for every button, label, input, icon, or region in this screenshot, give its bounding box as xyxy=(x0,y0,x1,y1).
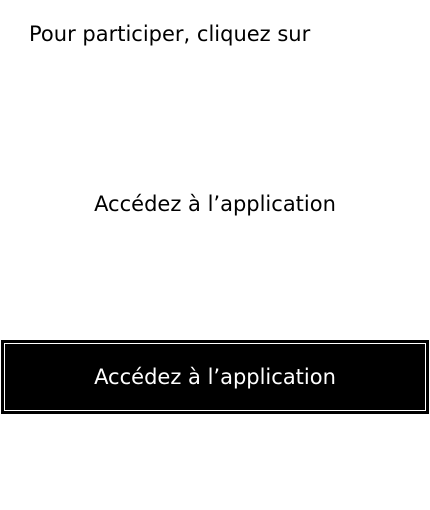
access-application-button-label: Accédez à l’application xyxy=(94,365,336,389)
access-application-button[interactable]: Accédez à l’application xyxy=(1,340,429,414)
intro-text: Pour participer, cliquez sur xyxy=(29,22,311,46)
access-application-button-frame: Accédez à l’application xyxy=(4,343,426,411)
access-application-link[interactable]: Accédez à l’application xyxy=(0,192,430,216)
